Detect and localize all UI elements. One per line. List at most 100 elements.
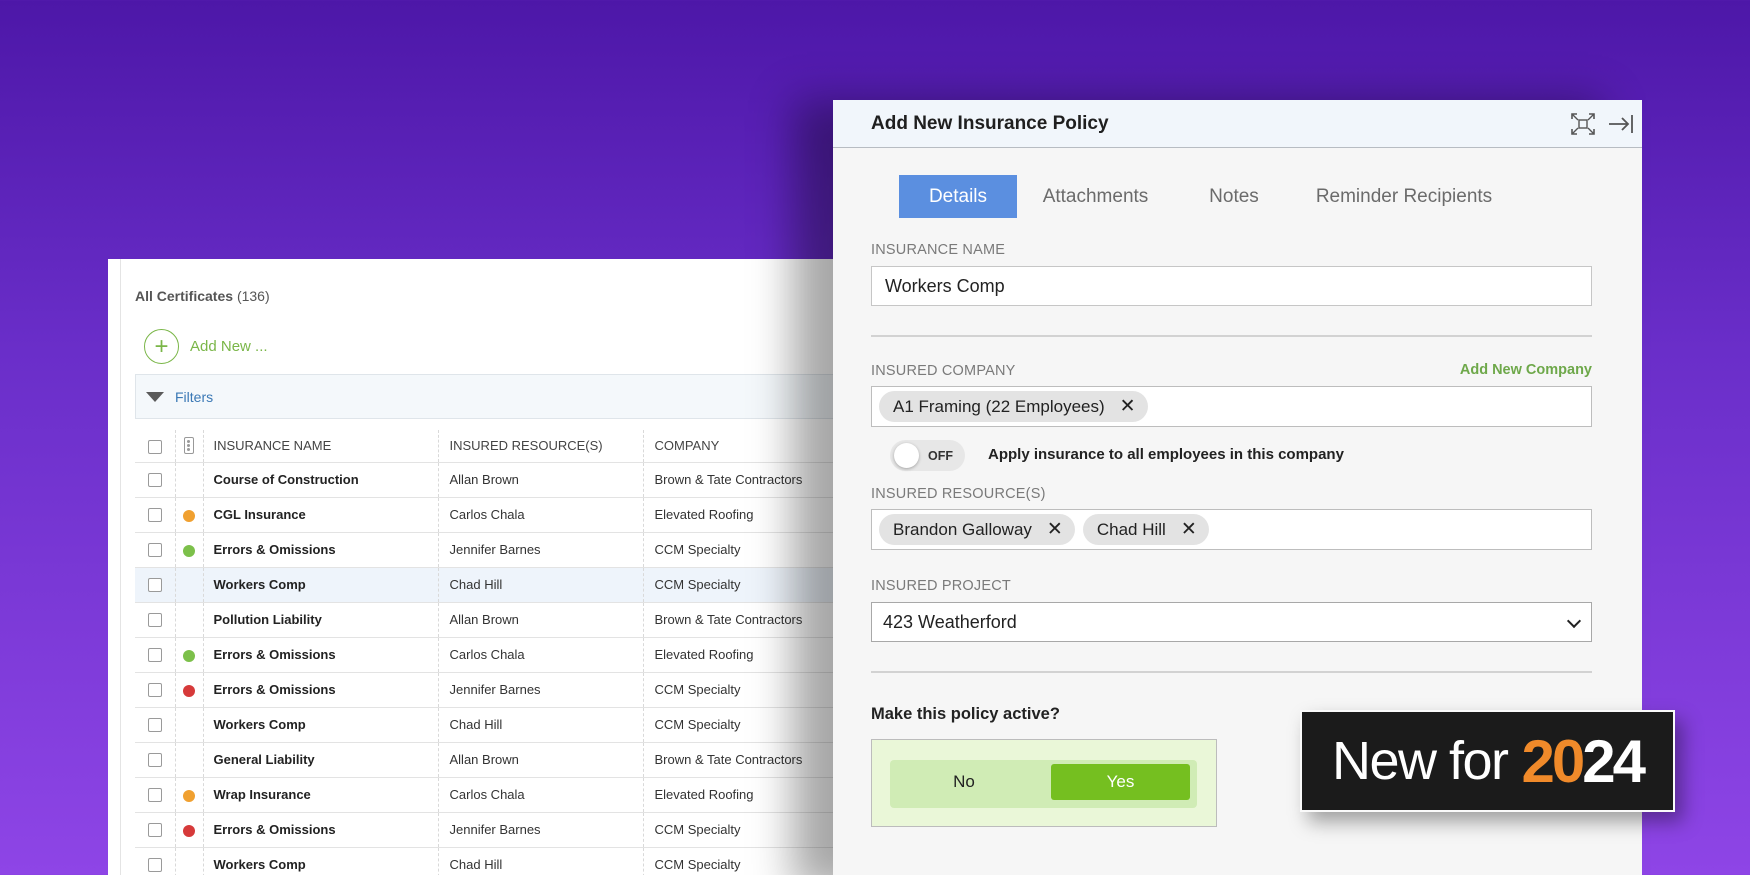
status-dot-icon: [183, 824, 195, 837]
row-checkbox-cell[interactable]: [135, 462, 176, 498]
insurance-name-cell[interactable]: Errors & Omissions: [203, 812, 439, 848]
insurance-name-cell[interactable]: Errors & Omissions: [203, 637, 439, 673]
company-chip: A1 Framing (22 Employees) ✕: [879, 391, 1148, 422]
certificates-panel: All Certificates (136) + Add New ... Fil…: [108, 259, 868, 875]
column-header-insurance-name[interactable]: INSURANCE NAME: [203, 430, 439, 463]
tab-details[interactable]: Details: [899, 175, 1017, 218]
insured-company-field[interactable]: A1 Framing (22 Employees) ✕: [871, 386, 1592, 427]
status-cell: [175, 637, 204, 673]
row-checkbox-cell[interactable]: [135, 707, 176, 743]
table-row[interactable]: Errors & Omissions Jennifer Barnes CCM Spe…: [135, 812, 843, 848]
insurance-name-cell[interactable]: General Liability: [203, 742, 439, 778]
status-cell: [175, 567, 204, 603]
collapse-right-icon[interactable]: [1608, 112, 1634, 136]
table-row[interactable]: General Liability Allan Brown Brown & Tate…: [135, 742, 843, 778]
column-header-insured-resources[interactable]: INSURED RESOURCE(S): [438, 430, 644, 463]
column-header-company[interactable]: COMPANY: [643, 430, 843, 463]
insurance-name-label: INSURANCE NAME: [871, 242, 1006, 258]
insured-project-select[interactable]: 423 Weatherford: [871, 602, 1592, 642]
insurance-name-cell[interactable]: Errors & Omissions: [203, 532, 439, 568]
row-checkbox[interactable]: [147, 718, 162, 733]
table-row[interactable]: Workers Comp Chad Hill CCM Specialty: [135, 847, 843, 875]
row-checkbox-cell[interactable]: [135, 497, 176, 533]
expand-icon[interactable]: [1570, 112, 1596, 136]
insurance-name-cell[interactable]: Course of Construction: [203, 462, 439, 498]
insurance-name-cell[interactable]: Workers Comp: [203, 847, 439, 875]
insurance-name-cell[interactable]: CGL Insurance: [203, 497, 439, 533]
row-checkbox-cell[interactable]: [135, 812, 176, 848]
table-row[interactable]: Workers Comp Chad Hill CCM Specialty: [135, 567, 843, 603]
remove-chip-icon[interactable]: ✕: [1047, 518, 1063, 541]
status-cell: [175, 812, 204, 848]
divider: [871, 335, 1592, 337]
company-cell: Brown & Tate Contractors: [643, 602, 843, 638]
insured-resource-cell: Jennifer Barnes: [438, 812, 644, 848]
row-checkbox-cell[interactable]: [135, 672, 176, 708]
select-all-checkbox[interactable]: [147, 439, 162, 454]
remove-chip-icon[interactable]: ✕: [1181, 518, 1197, 541]
table-row[interactable]: Workers Comp Chad Hill CCM Specialty: [135, 707, 843, 743]
apply-all-toggle[interactable]: OFF: [890, 440, 965, 471]
row-checkbox-cell[interactable]: [135, 847, 176, 875]
insurance-name-cell[interactable]: Wrap Insurance: [203, 777, 439, 813]
company-cell: CCM Specialty: [643, 672, 843, 708]
insured-resource-cell: Allan Brown: [438, 742, 644, 778]
row-checkbox[interactable]: [147, 648, 162, 663]
table-row[interactable]: Pollution Liability Allan Brown Brown & Ta…: [135, 602, 843, 638]
status-cell: [175, 777, 204, 813]
insurance-name-cell[interactable]: Pollution Liability: [203, 602, 439, 638]
row-checkbox-cell[interactable]: [135, 567, 176, 603]
remove-chip-icon[interactable]: ✕: [1120, 395, 1136, 418]
company-chip-label: A1 Framing (22 Employees): [893, 396, 1105, 416]
row-checkbox[interactable]: [147, 858, 162, 873]
table-row[interactable]: Wrap Insurance Carlos Chala Elevated Roofi…: [135, 777, 843, 813]
row-checkbox-cell[interactable]: [135, 532, 176, 568]
status-dot-icon: [183, 544, 195, 557]
row-checkbox-cell[interactable]: [135, 637, 176, 673]
row-checkbox[interactable]: [147, 473, 162, 488]
badge-text: New for: [1331, 731, 1509, 791]
status-cell: [175, 462, 204, 498]
yes-option[interactable]: Yes: [1051, 764, 1190, 800]
tab-attachments[interactable]: Attachments: [1017, 175, 1174, 218]
row-checkbox[interactable]: [147, 508, 162, 523]
table-row[interactable]: Errors & Omissions Jennifer Barnes CCM Spe…: [135, 672, 843, 708]
insurance-name-cell[interactable]: Workers Comp: [203, 707, 439, 743]
row-checkbox-cell[interactable]: [135, 742, 176, 778]
select-all-checkbox-cell[interactable]: [135, 430, 176, 463]
row-checkbox-cell[interactable]: [135, 777, 176, 813]
company-cell: CCM Specialty: [643, 567, 843, 603]
insurance-name-input[interactable]: Workers Comp: [871, 266, 1592, 306]
caret-down-icon: [146, 391, 164, 402]
row-checkbox[interactable]: [147, 753, 162, 768]
table-row[interactable]: CGL Insurance Carlos Chala Elevated Roofin…: [135, 497, 843, 533]
status-cell: [175, 847, 204, 875]
row-checkbox[interactable]: [147, 788, 162, 803]
tab-notes[interactable]: Notes: [1174, 175, 1294, 218]
filters-bar[interactable]: Filters: [135, 374, 868, 419]
insurance-name-cell[interactable]: Workers Comp: [203, 567, 439, 603]
status-cell: [175, 532, 204, 568]
table-row[interactable]: Errors & Omissions Jennifer Barnes CCM Spe…: [135, 532, 843, 568]
add-new-company-link[interactable]: Add New Company: [1460, 362, 1592, 378]
table-row[interactable]: Errors & Omissions Carlos Chala Elevated R…: [135, 637, 843, 673]
insured-resource-cell: Carlos Chala: [438, 637, 644, 673]
row-checkbox[interactable]: [147, 543, 162, 558]
status-dot-icon: [183, 684, 195, 697]
row-checkbox[interactable]: [147, 683, 162, 698]
insured-resource-cell: Allan Brown: [438, 602, 644, 638]
add-new-button[interactable]: + Add New ...: [144, 329, 268, 364]
row-checkbox-cell[interactable]: [135, 602, 176, 638]
row-checkbox[interactable]: [147, 578, 162, 593]
row-checkbox[interactable]: [147, 823, 162, 838]
insurance-name-cell[interactable]: Errors & Omissions: [203, 672, 439, 708]
table-row[interactable]: Course of Construction Allan Brown Brown &…: [135, 462, 843, 498]
tab-reminder-recipients[interactable]: Reminder Recipients: [1294, 175, 1514, 218]
toggle-label: Apply insurance to all employees in this…: [988, 446, 1344, 463]
insured-resources-field[interactable]: Brandon Galloway ✕ Chad Hill ✕: [871, 509, 1592, 550]
table-body: Course of Construction Allan Brown Brown &…: [135, 462, 843, 875]
list-title-text: All Certificates: [135, 288, 234, 304]
resource-chip-label: Brandon Galloway: [893, 519, 1032, 539]
row-checkbox[interactable]: [147, 613, 162, 628]
no-option[interactable]: No: [894, 764, 1034, 800]
